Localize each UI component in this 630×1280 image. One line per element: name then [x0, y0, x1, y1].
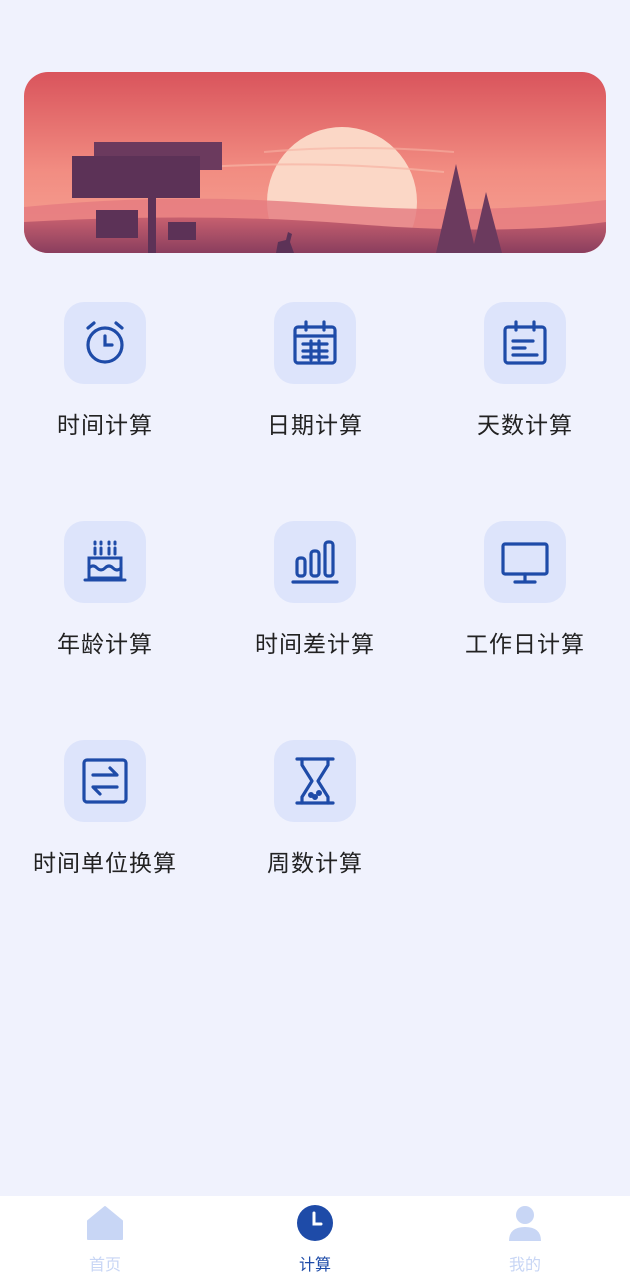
feature-label: 天数计算 [477, 413, 573, 439]
calendar-lines-icon [484, 302, 566, 384]
feature-label: 时间计算 [57, 413, 153, 439]
birthday-cake-icon [64, 521, 146, 603]
monitor-icon [484, 521, 566, 603]
feature-label: 日期计算 [267, 413, 363, 439]
hourglass-icon [274, 740, 356, 822]
tab-label: 我的 [508, 1255, 541, 1274]
feature-label: 时间差计算 [255, 632, 375, 658]
feature-label: 周数计算 [267, 851, 363, 877]
feature-grid: 时间计算 日期计算 天数计算 年龄计算 时间差计算 工作日计算 时间单位换算 周… [0, 0, 630, 1196]
tab-home[interactable]: 首页 [0, 1196, 210, 1280]
tab-profile[interactable]: 我的 [420, 1196, 630, 1280]
feature-label: 工作日计算 [465, 632, 585, 658]
feature-label: 年龄计算 [57, 632, 153, 658]
tab-calculate[interactable]: 计算 [210, 1196, 420, 1280]
clock-icon [296, 1204, 334, 1242]
bar-chart-icon [274, 521, 356, 603]
feature-workday-calc[interactable]: 工作日计算 [420, 0, 630, 658]
calendar-grid-icon [274, 302, 356, 384]
tab-label: 计算 [298, 1255, 331, 1274]
home-icon [86, 1204, 124, 1242]
swap-arrows-icon [64, 740, 146, 822]
bottom-tab-bar: 首页 计算 我的 [0, 1196, 630, 1280]
feature-label: 时间单位换算 [33, 851, 177, 877]
user-icon [506, 1204, 544, 1242]
tab-label: 首页 [88, 1255, 121, 1274]
feature-week-calc[interactable]: 周数计算 [210, 0, 420, 877]
feature-unit-convert[interactable]: 时间单位换算 [0, 0, 210, 877]
alarm-clock-icon [64, 302, 146, 384]
